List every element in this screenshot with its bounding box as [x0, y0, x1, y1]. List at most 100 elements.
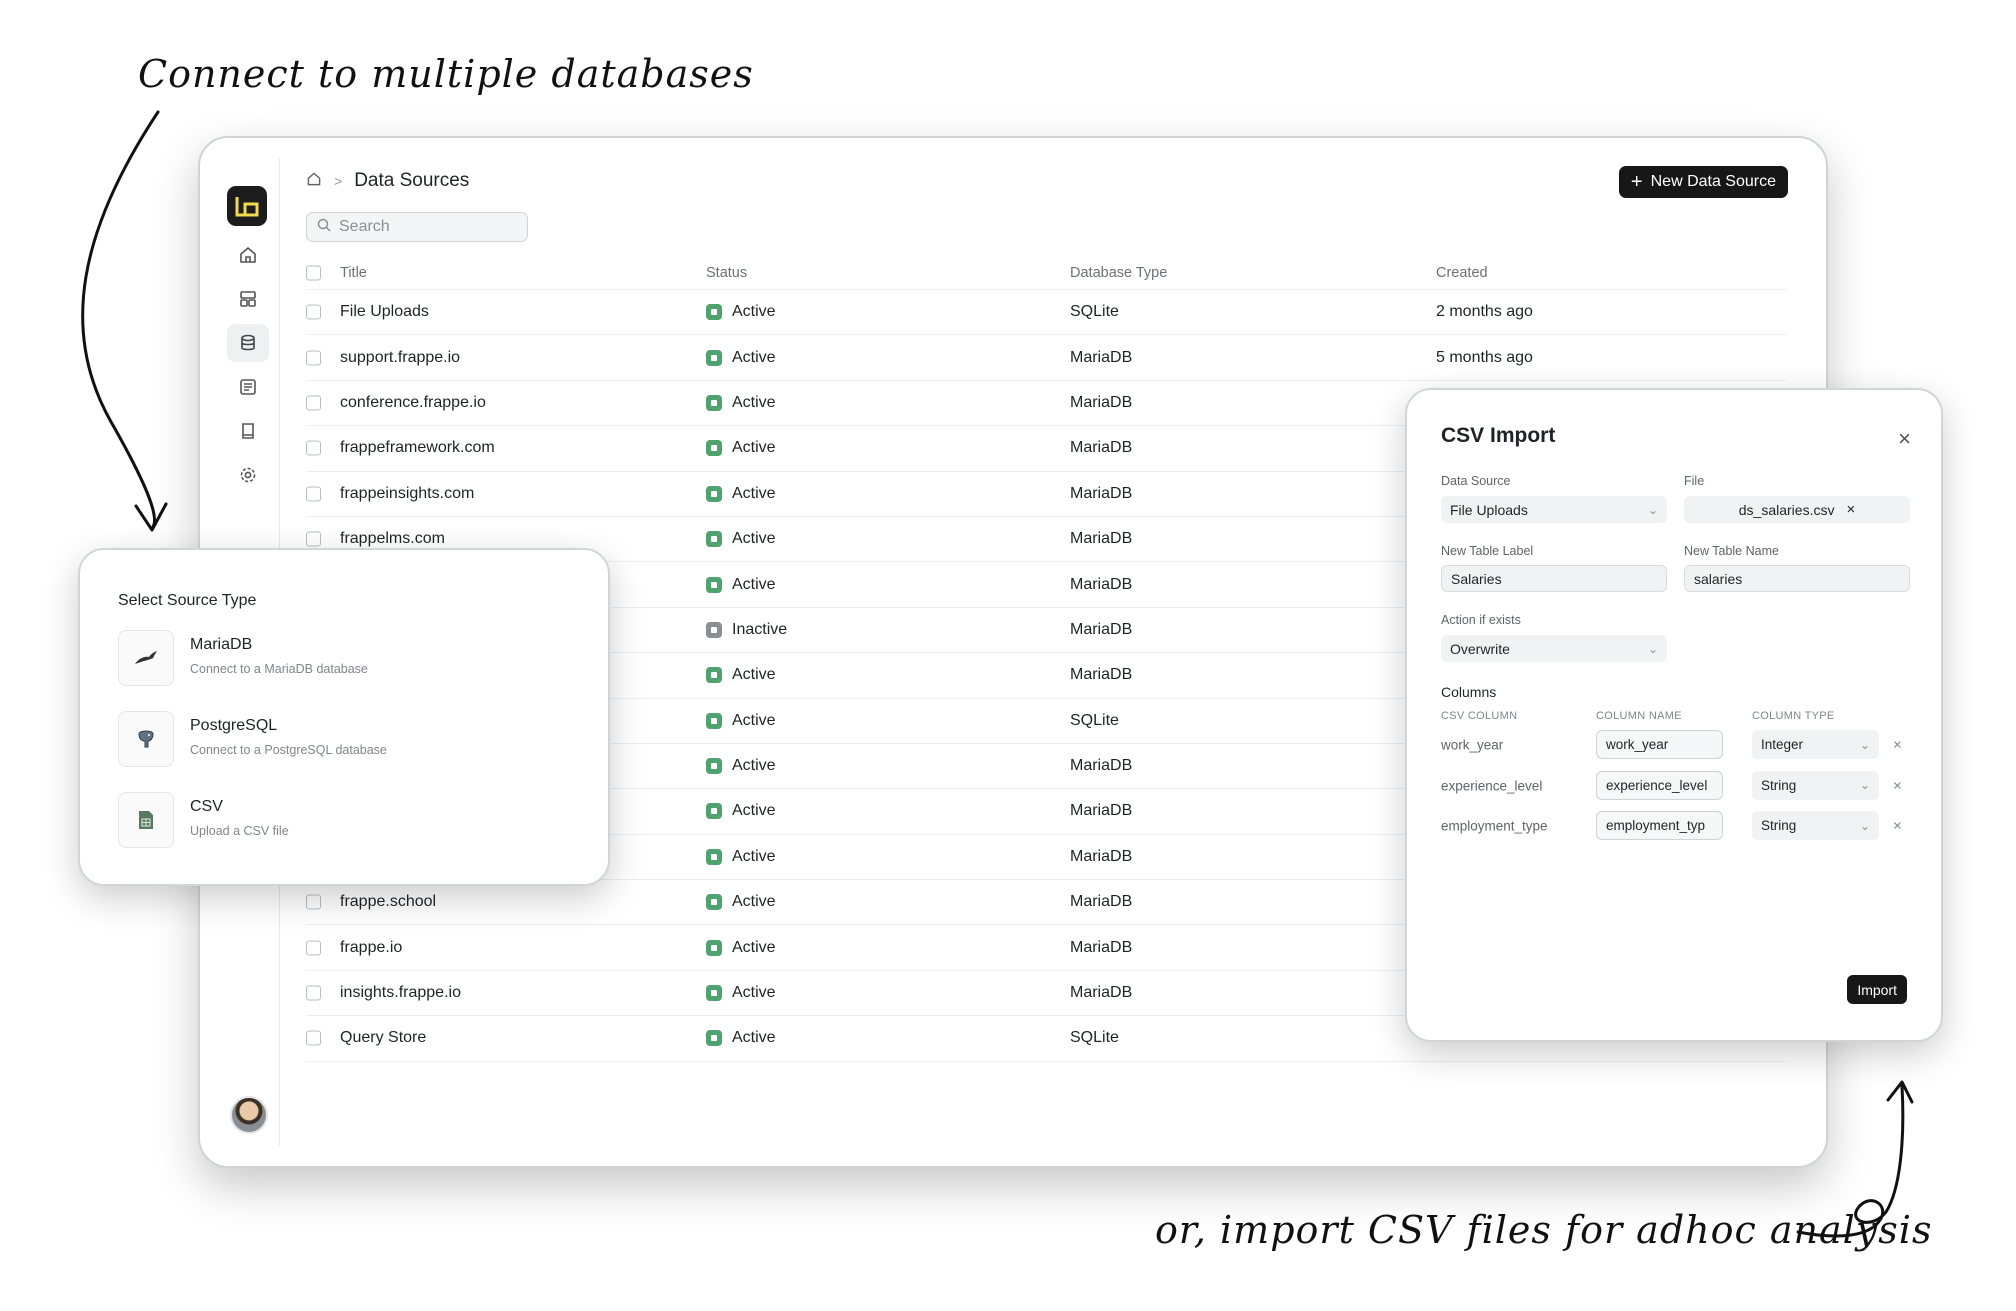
status-badge: [706, 485, 722, 502]
column-name-input[interactable]: employment_typ: [1596, 811, 1723, 840]
status-text: Active: [732, 847, 776, 865]
remove-column-icon[interactable]: ×: [1893, 818, 1902, 835]
col-header-name: COLUMN NAME: [1596, 710, 1682, 722]
table-label-label: New Table Label: [1441, 544, 1534, 558]
column-type-value: Integer: [1761, 737, 1804, 752]
row-status: Inactive: [706, 621, 787, 639]
row-checkbox[interactable]: [306, 486, 321, 502]
database-icon[interactable]: [227, 324, 269, 362]
row-database-type: MariaDB: [1070, 348, 1133, 366]
column-type-select[interactable]: String ⌄: [1752, 811, 1879, 840]
row-database-type: SQLite: [1070, 1029, 1119, 1047]
select-source-type-panel: Select Source Type MariaDB Connect to a …: [78, 548, 610, 886]
query-icon[interactable]: [227, 368, 269, 406]
row-checkbox[interactable]: [306, 894, 321, 910]
action-label: Action if exists: [1441, 613, 1521, 627]
dashboard-icon[interactable]: [227, 280, 269, 318]
row-status: Active: [706, 666, 776, 684]
home-icon[interactable]: [306, 171, 322, 192]
row-database-type: MariaDB: [1070, 530, 1133, 548]
row-checkbox[interactable]: [306, 531, 321, 547]
row-checkbox[interactable]: [306, 304, 321, 320]
row-status: Active: [706, 984, 776, 1002]
remove-column-icon[interactable]: ×: [1893, 737, 1902, 754]
status-text: Active: [732, 938, 776, 956]
arrow-left-head: [134, 502, 168, 532]
file-chip[interactable]: ds_salaries.csv ×: [1684, 496, 1910, 523]
annotation-import: or, import CSV files for adhoc analysis: [1155, 1208, 1933, 1252]
header-created[interactable]: Created: [1436, 265, 1488, 281]
table-label-input[interactable]: Salaries: [1441, 565, 1667, 592]
select-all-checkbox[interactable]: [306, 265, 321, 280]
row-checkbox[interactable]: [306, 985, 321, 1001]
mariadb-seal-icon: [118, 630, 174, 686]
row-checkbox[interactable]: [306, 350, 321, 366]
row-title: Query Store: [340, 1029, 427, 1047]
row-created: 2 months ago: [1436, 303, 1533, 321]
header-status[interactable]: Status: [706, 265, 747, 281]
new-data-source-button[interactable]: + New Data Source: [1618, 166, 1788, 198]
postgresql-elephant-icon: [118, 711, 174, 767]
arrow-left: [81, 110, 160, 530]
status-badge: [706, 803, 722, 820]
table-name-input[interactable]: salaries: [1684, 565, 1910, 592]
action-select[interactable]: Overwrite ⌄: [1441, 635, 1667, 662]
columns-list[interactable]: work_year work_year Integer ⌄ × experience_le…: [1407, 722, 1941, 846]
table-header: Title Status Database Type Created: [306, 256, 1786, 290]
status-text: Active: [732, 530, 776, 548]
import-button[interactable]: Import: [1847, 975, 1907, 1004]
source-option-postgresql[interactable]: PostgreSQL Connect to a PostgreSQL datab…: [118, 711, 578, 771]
column-name-input[interactable]: experience_level: [1596, 770, 1723, 800]
row-checkbox[interactable]: [306, 440, 321, 456]
home-icon[interactable]: [227, 236, 269, 274]
row-checkbox[interactable]: [306, 940, 321, 956]
row-status: Active: [706, 530, 776, 548]
book-icon[interactable]: [227, 412, 269, 450]
data-source-select[interactable]: File Uploads ⌄: [1441, 496, 1667, 523]
source-panel-title: Select Source Type: [118, 592, 257, 609]
row-database-type: SQLite: [1070, 711, 1119, 729]
row-title: File Uploads: [340, 303, 429, 321]
table-name-value: salaries: [1694, 570, 1743, 587]
row-database-type: MariaDB: [1070, 666, 1133, 684]
status-badge: [706, 349, 722, 366]
row-database-type: MariaDB: [1070, 575, 1133, 593]
close-icon[interactable]: ×: [1898, 426, 1911, 452]
status-badge: [706, 985, 722, 1002]
status-text: Active: [732, 1029, 776, 1047]
status-text: Active: [732, 893, 776, 911]
remove-column-icon[interactable]: ×: [1893, 777, 1902, 794]
row-title: frappe.school: [340, 893, 437, 911]
new-data-source-label: New Data Source: [1650, 173, 1776, 190]
column-type-select[interactable]: String ⌄: [1752, 770, 1879, 800]
column-name-input[interactable]: work_year: [1596, 730, 1723, 759]
column-type-select[interactable]: Integer ⌄: [1752, 730, 1879, 759]
header-title[interactable]: Title: [340, 265, 367, 281]
page-title[interactable]: Data Sources: [354, 170, 469, 192]
app-logo[interactable]: [227, 186, 267, 226]
status-badge: [706, 394, 722, 411]
status-text: Active: [732, 439, 776, 457]
row-checkbox[interactable]: [306, 395, 321, 411]
header-database-type[interactable]: Database Type: [1070, 265, 1167, 281]
source-option-csv[interactable]: CSV Upload a CSV file: [118, 792, 578, 852]
gear-icon[interactable]: [227, 456, 269, 494]
status-badge: [706, 939, 722, 956]
annotation-connect: Connect to multiple databases: [138, 52, 754, 96]
table-row[interactable]: support.frappe.io Active MariaDB 5 months a…: [306, 335, 1786, 381]
row-status: Active: [706, 439, 776, 457]
file-label: File: [1684, 474, 1705, 488]
row-database-type: MariaDB: [1070, 938, 1133, 956]
chevron-down-icon: ⌄: [1859, 778, 1870, 792]
user-avatar[interactable]: [230, 1096, 268, 1134]
status-badge: [706, 621, 722, 638]
source-option-mariadb[interactable]: MariaDB Connect to a MariaDB database: [118, 630, 578, 690]
search-icon: [317, 218, 331, 237]
row-title: frappelms.com: [340, 530, 445, 548]
row-status: Active: [706, 802, 776, 820]
row-checkbox[interactable]: [306, 1030, 321, 1046]
search-input[interactable]: Search: [306, 212, 528, 242]
table-row[interactable]: File Uploads Active SQLite 2 months ago: [306, 290, 1786, 336]
status-badge: [706, 894, 722, 911]
remove-file-icon[interactable]: ×: [1846, 501, 1855, 518]
